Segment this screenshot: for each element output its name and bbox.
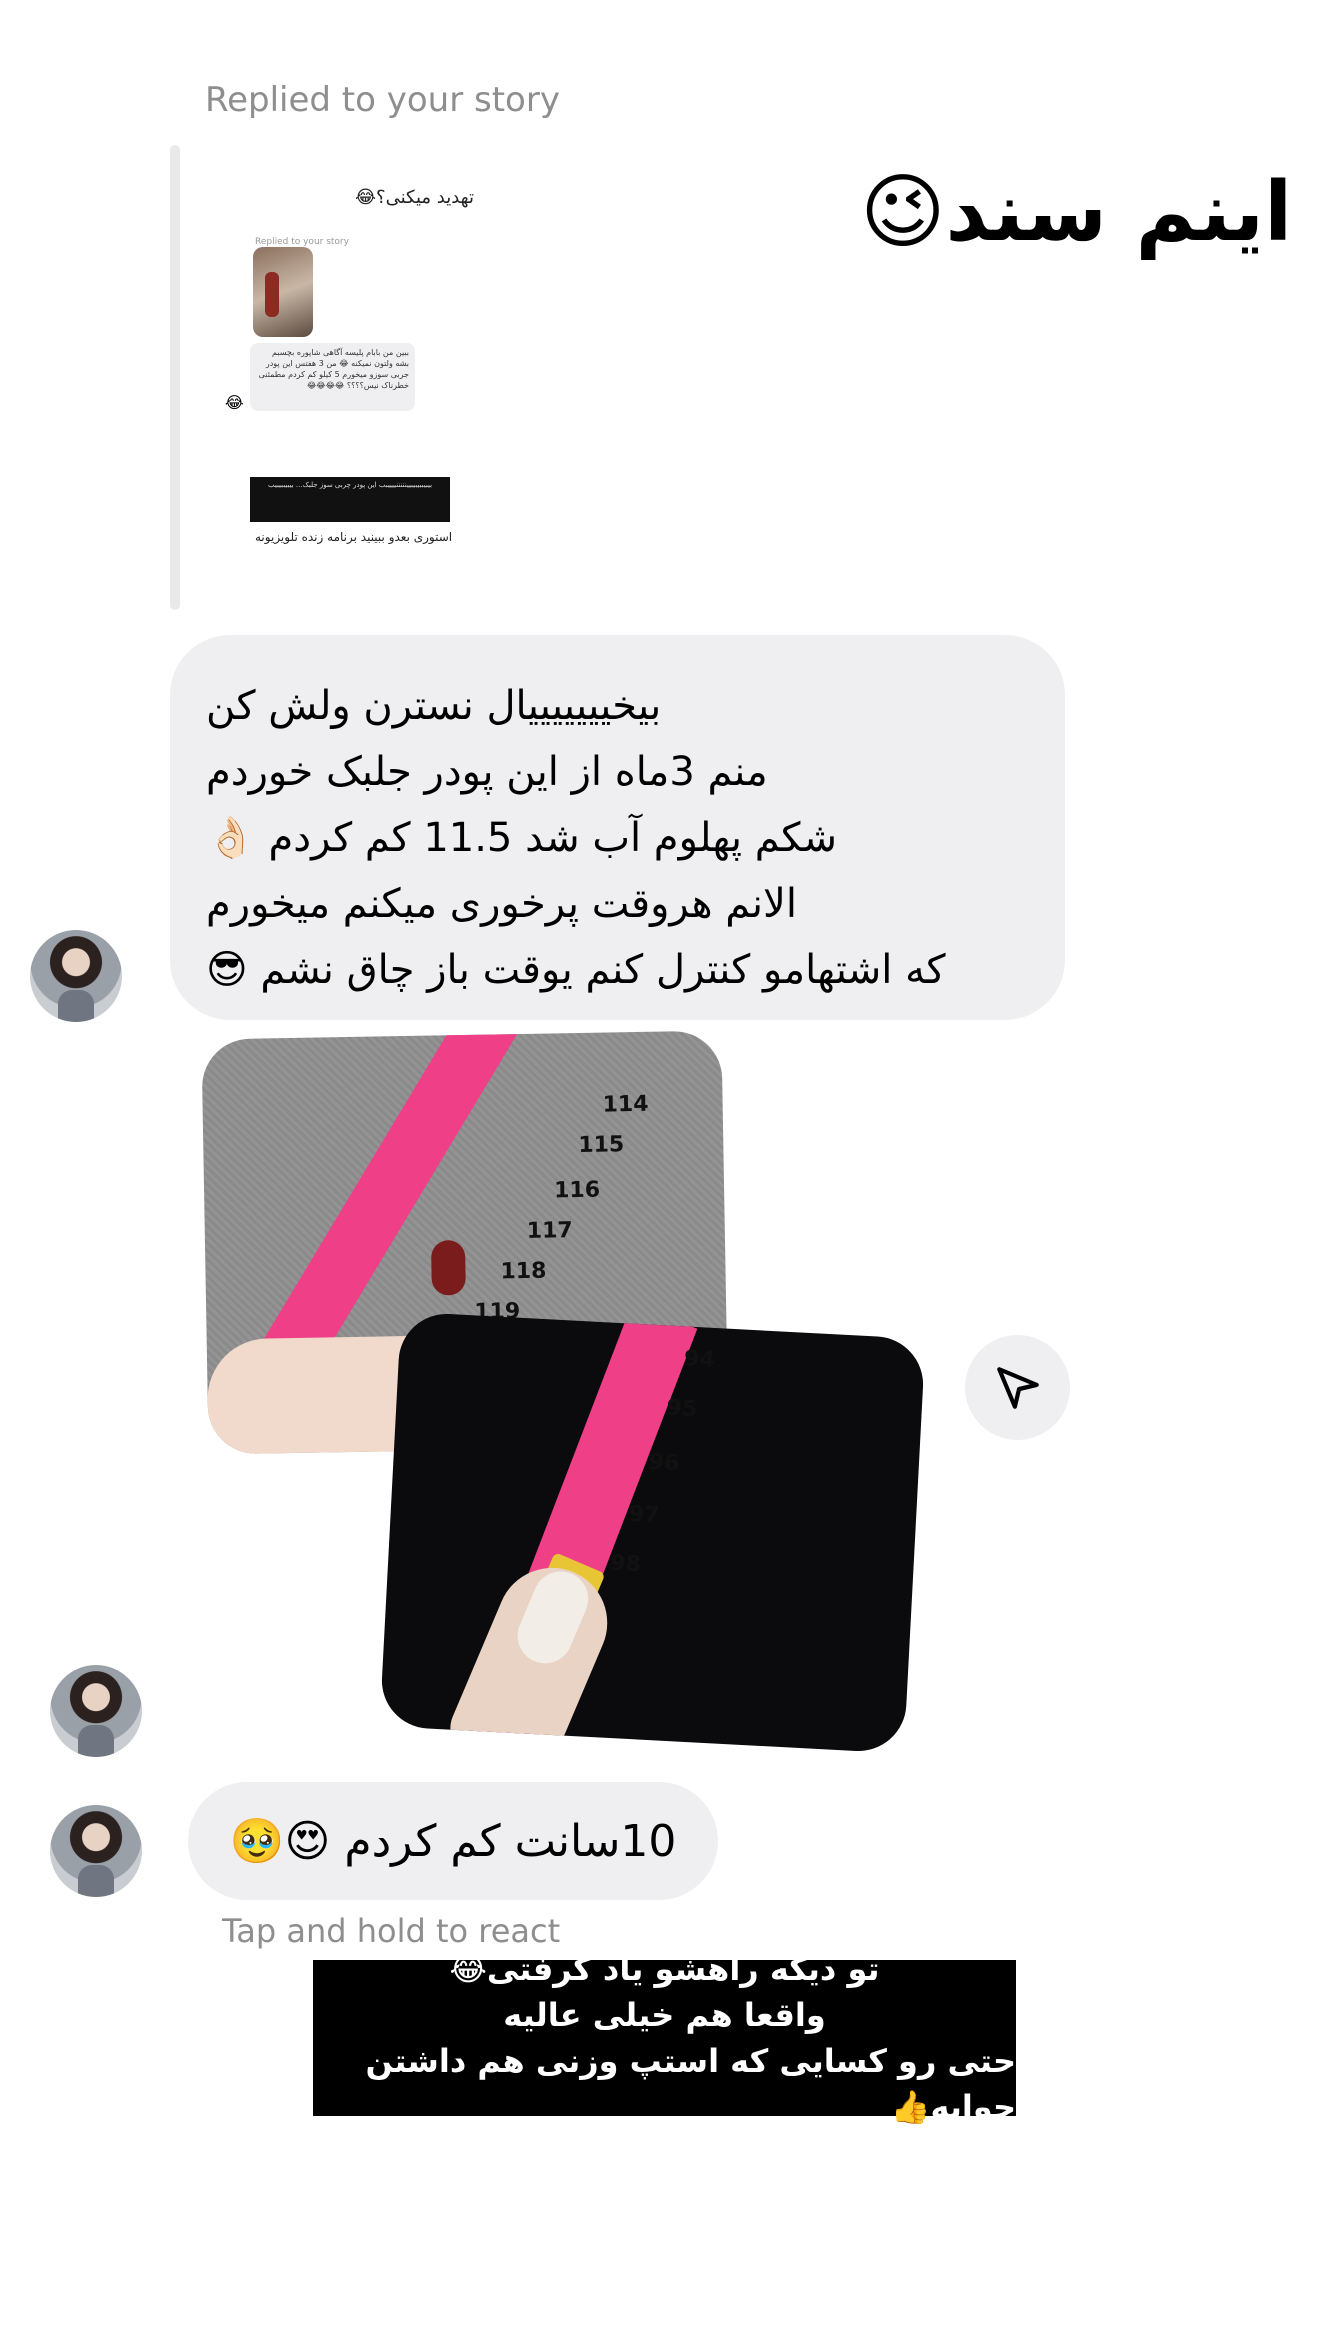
- overlay-caption: تو دیگه راهشو یاد گرفتی😂 واقعا هم خیلی ع…: [313, 1950, 1016, 2126]
- share-button[interactable]: [965, 1335, 1070, 1440]
- story-quote-bar: [170, 145, 180, 610]
- tape-tick-label: 96: [648, 1449, 680, 1477]
- tape-tick-label: 116: [553, 1177, 601, 1204]
- message-line: الانم هروقت پرخوری میکنم میخورم: [206, 881, 797, 927]
- sticker-text: اینم سند😉: [860, 165, 1293, 260]
- story-caption: استوری بعدو ببینید برنامه زنده تلویزیونه: [255, 530, 453, 544]
- tape-tick-label: 118: [500, 1258, 547, 1285]
- story-inner-replied-label: Replied to your story: [255, 237, 349, 247]
- avatar[interactable]: [50, 1665, 142, 1757]
- message-bubble[interactable]: بیخیییییییال نسترن ولش کن منم 3ماه از ای…: [170, 635, 1065, 1020]
- tape-tick-label: 95: [665, 1395, 698, 1423]
- story-preview[interactable]: تهدید میکنی؟😂 Replied to your story ببین…: [205, 165, 505, 570]
- tape-tick-label: 98: [609, 1550, 642, 1578]
- tape-tick-label: 94: [683, 1346, 716, 1374]
- avatar[interactable]: [30, 930, 122, 1022]
- story-inner-photo: [253, 247, 313, 337]
- overlay-caption-line: حتی رو کسایی که استپ وزنی هم داشتن جوابه…: [365, 2042, 1016, 2126]
- message-bubble[interactable]: 10سانت کم کردم 😍🥹: [188, 1782, 718, 1900]
- message-line: که اشتهامو کنترل کنم یوقت باز چاق نشم 😎: [206, 947, 946, 993]
- story-avatar-emoji-icon: 😂: [225, 393, 244, 412]
- dm-thread: Replied to your story تهدید میکنی؟😂 Repl…: [0, 0, 1320, 2346]
- avatar[interactable]: [50, 1805, 142, 1897]
- message-line: منم 3ماه از این پودر جلبک خوردم: [206, 749, 768, 795]
- story-title: تهدید میکنی؟😂: [355, 187, 474, 208]
- tap-and-hold-hint: Tap and hold to react: [222, 1912, 561, 1950]
- message-line: بیخیییییییال نسترن ولش کن: [206, 683, 662, 729]
- fingernail: [430, 1240, 466, 1296]
- send-icon: [996, 1366, 1039, 1409]
- message-line: شکم پهلوم آب شد 11.5 کم کردم 👌🏻: [206, 815, 837, 861]
- tape-tick-label: 117: [526, 1218, 573, 1244]
- tape-tick-label: 114: [602, 1091, 649, 1118]
- tape-tick-label: 115: [578, 1132, 625, 1159]
- tape-tick-label: 97: [628, 1501, 661, 1529]
- photo-tape-measure-black[interactable]: 94 95 96 97 98: [379, 1311, 926, 1754]
- overlay-caption-line: واقعا هم خیلی عالیه: [503, 1996, 826, 2034]
- story-inner-black-box: بیبیببیبیبیینننننییییبب این پودر چربی سو…: [250, 477, 450, 522]
- overlay-caption-line: تو دیگه راهشو یاد گرفتی😂: [449, 1950, 880, 1988]
- story-inner-message: ببین من بابام پلیسه آگاهی شاپوره بچسبم ب…: [250, 343, 415, 411]
- replied-to-story-label: Replied to your story: [205, 80, 560, 120]
